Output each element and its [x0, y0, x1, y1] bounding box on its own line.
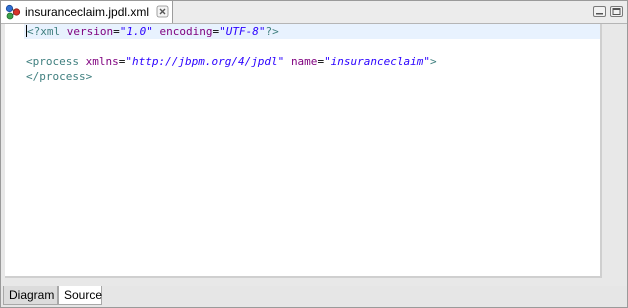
code-token: encoding: [159, 25, 213, 38]
tab-source-label: Source: [64, 288, 103, 302]
source-editor-area[interactable]: <?xml version="1.0" encoding="UTF-8"?> <p…: [5, 24, 602, 278]
xml-editor: insuranceclaim.jpdl.xml <?xml version="1…: [0, 0, 628, 308]
source-code[interactable]: <?xml version="1.0" encoding="UTF-8"?> <p…: [24, 24, 600, 276]
code-token: "insuranceclaim": [324, 55, 431, 68]
tab-title: insuranceclaim.jpdl.xml: [25, 5, 150, 19]
editor-tab-bar: insuranceclaim.jpdl.xml: [1, 1, 627, 24]
close-icon[interactable]: [156, 5, 169, 18]
tab-source[interactable]: Source: [58, 286, 102, 305]
code-line[interactable]: <process xmlns="http://jbpm.org/4/jpdl" …: [24, 54, 600, 69]
tab-diagram[interactable]: Diagram: [3, 286, 58, 305]
jpdl-file-icon: [5, 4, 21, 20]
maximize-icon[interactable]: [610, 6, 623, 17]
code-line[interactable]: [24, 39, 600, 54]
code-token: ?>: [265, 25, 279, 38]
editor-ruler: [5, 24, 24, 276]
code-token: "UTF-8": [219, 25, 266, 38]
code-line[interactable]: <?xml version="1.0" encoding="UTF-8"?>: [24, 24, 600, 39]
code-token: <?xml: [27, 25, 67, 38]
minimize-icon[interactable]: [593, 6, 606, 17]
code-line[interactable]: </process>: [24, 69, 600, 84]
code-token: <process: [26, 55, 86, 68]
code-token: name: [290, 55, 318, 68]
editor-page-tabs: Diagram Source: [1, 286, 627, 307]
code-token: "http://jbpm.org/4/jpdl": [125, 55, 285, 68]
code-token: version: [66, 25, 114, 38]
code-token: "1.0": [119, 25, 153, 38]
code-token: xmlns: [85, 55, 119, 68]
tab-diagram-label: Diagram: [9, 288, 55, 302]
code-token: =: [113, 25, 120, 38]
code-token: </process>: [26, 70, 93, 83]
editor-tab[interactable]: insuranceclaim.jpdl.xml: [1, 1, 173, 23]
code-token: >: [430, 55, 437, 68]
